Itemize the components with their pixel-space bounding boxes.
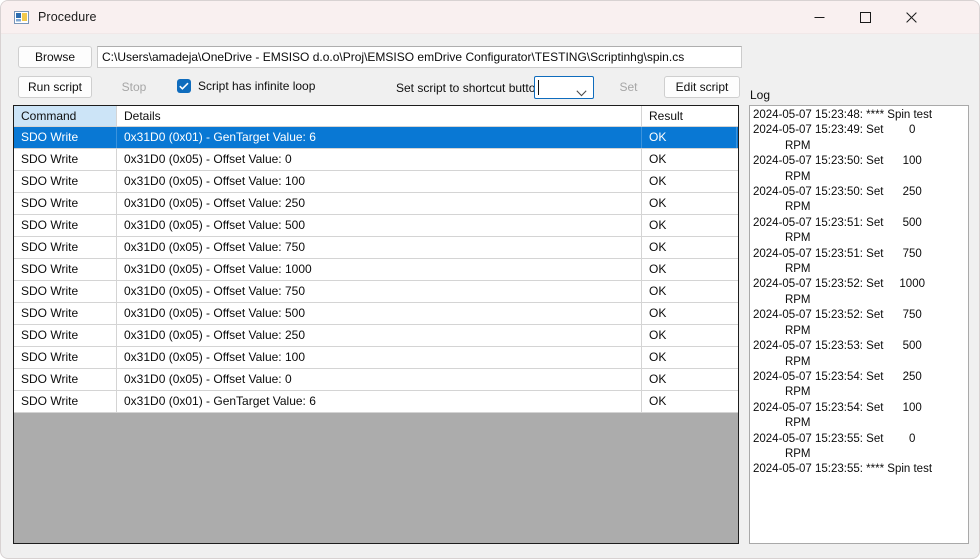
chevron-down-icon — [576, 84, 587, 102]
grid-cell-details[interactable]: 0x31D0 (0x05) - Offset Value: 750 — [117, 281, 642, 302]
grid-cell-result[interactable]: OK — [642, 215, 737, 236]
log-entry: 2024-05-07 15:23:49: Set 0 RPM — [753, 124, 916, 152]
log-entry: 2024-05-07 15:23:50: Set 250 RPM — [753, 186, 922, 214]
table-row[interactable]: SDO Write 0x31D0 (0x01) - GenTarget Value… — [14, 391, 738, 413]
grid-cell-command[interactable]: SDO Write — [14, 127, 117, 148]
minimize-icon[interactable] — [796, 1, 842, 33]
grid-cell-details[interactable]: 0x31D0 (0x05) - Offset Value: 250 — [117, 325, 642, 346]
grid-cell-command[interactable]: SDO Write — [14, 237, 117, 258]
grid-cell-details[interactable]: 0x31D0 (0x05) - Offset Value: 1000 — [117, 259, 642, 280]
table-row[interactable]: SDO Write 0x31D0 (0x05) - Offset Value: 5… — [14, 215, 738, 237]
table-row[interactable]: SDO Write 0x31D0 (0x05) - Offset Value: 2… — [14, 325, 738, 347]
procedure-window: Procedure Browse C:\Users\amadeja\OneDri… — [0, 0, 980, 559]
grid-cell-result[interactable]: OK — [642, 369, 737, 390]
grid-cell-details[interactable]: 0x31D0 (0x01) - GenTarget Value: 6 — [117, 127, 642, 148]
grid-cell-command[interactable]: SDO Write — [14, 391, 117, 412]
table-row[interactable]: SDO Write 0x31D0 (0x05) - Offset Value: 5… — [14, 303, 738, 325]
log-entry: 2024-05-07 15:23:55: Set 0 RPM — [753, 432, 916, 460]
title-bar: Procedure — [1, 1, 979, 34]
grid-cell-details[interactable]: 0x31D0 (0x05) - Offset Value: 250 — [117, 193, 642, 214]
grid-cell-result[interactable]: OK — [642, 171, 737, 192]
grid-column-header-command[interactable]: Command — [14, 106, 117, 126]
grid-cell-details[interactable]: 0x31D0 (0x05) - Offset Value: 750 — [117, 237, 642, 258]
grid-cell-result[interactable]: OK — [642, 391, 737, 412]
log-entry: 2024-05-07 15:23:55: **** Spin test — [753, 463, 933, 476]
grid-cell-details[interactable]: 0x31D0 (0x05) - Offset Value: 0 — [117, 369, 642, 390]
log-output[interactable]: 2024-05-07 15:23:48: **** Spin test 2024-… — [749, 105, 969, 544]
log-entry: 2024-05-07 15:23:54: Set 100 RPM — [753, 401, 922, 430]
grid-cell-command[interactable]: SDO Write — [14, 171, 117, 192]
table-row[interactable]: SDO Write 0x31D0 (0x05) - Offset Value: 0… — [14, 369, 738, 391]
grid-body: SDO Write 0x31D0 (0x01) - GenTarget Value… — [14, 127, 738, 413]
grid-cell-result[interactable]: OK — [642, 237, 737, 258]
close-icon[interactable] — [888, 1, 934, 33]
grid-cell-result[interactable]: OK — [642, 149, 737, 170]
run-script-button[interactable]: Run script — [18, 76, 92, 98]
grid-column-header-result[interactable]: Result — [642, 106, 737, 126]
grid-cell-result[interactable]: OK — [642, 325, 737, 346]
table-row[interactable]: SDO Write 0x31D0 (0x05) - Offset Value: 2… — [14, 193, 738, 215]
table-row[interactable]: SDO Write 0x31D0 (0x05) - Offset Value: 1… — [14, 171, 738, 193]
text-caret — [538, 80, 539, 95]
table-row[interactable]: SDO Write 0x31D0 (0x05) - Offset Value: 1… — [14, 347, 738, 369]
shortcut-label: Set script to shortcut button — [396, 81, 543, 95]
log-entry: 2024-05-07 15:23:50: Set 100 RPM — [753, 155, 922, 183]
infinite-loop-checkbox[interactable]: Script has infinite loop — [177, 79, 315, 93]
grid-cell-result[interactable]: OK — [642, 281, 737, 302]
grid-cell-result[interactable]: OK — [642, 127, 737, 148]
table-row[interactable]: SDO Write 0x31D0 (0x05) - Offset Value: 7… — [14, 237, 738, 259]
grid-cell-command[interactable]: SDO Write — [14, 347, 117, 368]
grid-header-row: Command Details Result — [14, 106, 738, 127]
grid-cell-details[interactable]: 0x31D0 (0x05) - Offset Value: 0 — [117, 149, 642, 170]
log-entry: 2024-05-07 15:23:53: Set 500 RPM — [753, 340, 922, 368]
log-entry: 2024-05-07 15:23:51: Set 750 RPM — [753, 247, 922, 276]
script-path-input[interactable]: C:\Users\amadeja\OneDrive - EMSISO d.o.o… — [97, 46, 742, 68]
procedure-grid[interactable]: Command Details Result SDO Write 0x31D0 (… — [13, 105, 739, 544]
shortcut-button-select[interactable] — [534, 76, 594, 99]
grid-cell-command[interactable]: SDO Write — [14, 259, 117, 280]
log-label: Log — [750, 88, 771, 102]
log-entry: 2024-05-07 15:23:48: **** Spin test — [753, 109, 933, 121]
log-entry: 2024-05-07 15:23:51: Set 500 RPM — [753, 216, 922, 245]
grid-cell-command[interactable]: SDO Write — [14, 149, 117, 170]
log-entry: 2024-05-07 15:23:52: Set 1000 RPM — [753, 278, 925, 306]
grid-cell-command[interactable]: SDO Write — [14, 215, 117, 236]
grid-cell-result[interactable]: OK — [642, 303, 737, 324]
infinite-loop-label: Script has infinite loop — [198, 79, 316, 93]
grid-cell-command[interactable]: SDO Write — [14, 325, 117, 346]
grid-cell-details[interactable]: 0x31D0 (0x05) - Offset Value: 100 — [117, 171, 642, 192]
grid-cell-details[interactable]: 0x31D0 (0x01) - GenTarget Value: 6 — [117, 391, 642, 412]
maximize-icon[interactable] — [842, 1, 888, 33]
table-row[interactable]: SDO Write 0x31D0 (0x01) - GenTarget Value… — [14, 127, 738, 149]
window-title: Procedure — [38, 10, 97, 24]
table-row[interactable]: SDO Write 0x31D0 (0x05) - Offset Value: 0… — [14, 149, 738, 171]
grid-cell-result[interactable]: OK — [642, 259, 737, 280]
grid-cell-details[interactable]: 0x31D0 (0x05) - Offset Value: 500 — [117, 303, 642, 324]
grid-cell-command[interactable]: SDO Write — [14, 369, 117, 390]
edit-script-button[interactable]: Edit script — [664, 76, 740, 98]
table-row[interactable]: SDO Write 0x31D0 (0x05) - Offset Value: 7… — [14, 281, 738, 303]
grid-column-header-details[interactable]: Details — [117, 106, 642, 126]
set-button: Set — [601, 76, 656, 98]
grid-cell-command[interactable]: SDO Write — [14, 281, 117, 302]
checkmark-icon — [177, 79, 191, 93]
winforms-designer-icon — [14, 10, 30, 26]
grid-cell-command[interactable]: SDO Write — [14, 303, 117, 324]
grid-cell-result[interactable]: OK — [642, 347, 737, 368]
browse-button[interactable]: Browse — [18, 46, 92, 68]
log-entry: 2024-05-07 15:23:54: Set 250 RPM — [753, 370, 922, 399]
grid-cell-details[interactable]: 0x31D0 (0x05) - Offset Value: 100 — [117, 347, 642, 368]
grid-cell-result[interactable]: OK — [642, 193, 737, 214]
log-entry: 2024-05-07 15:23:52: Set 750 RPM — [753, 309, 922, 337]
stop-button: Stop — [97, 76, 171, 98]
table-row[interactable]: SDO Write 0x31D0 (0x05) - Offset Value: 1… — [14, 259, 738, 281]
grid-cell-command[interactable]: SDO Write — [14, 193, 117, 214]
grid-cell-details[interactable]: 0x31D0 (0x05) - Offset Value: 500 — [117, 215, 642, 236]
